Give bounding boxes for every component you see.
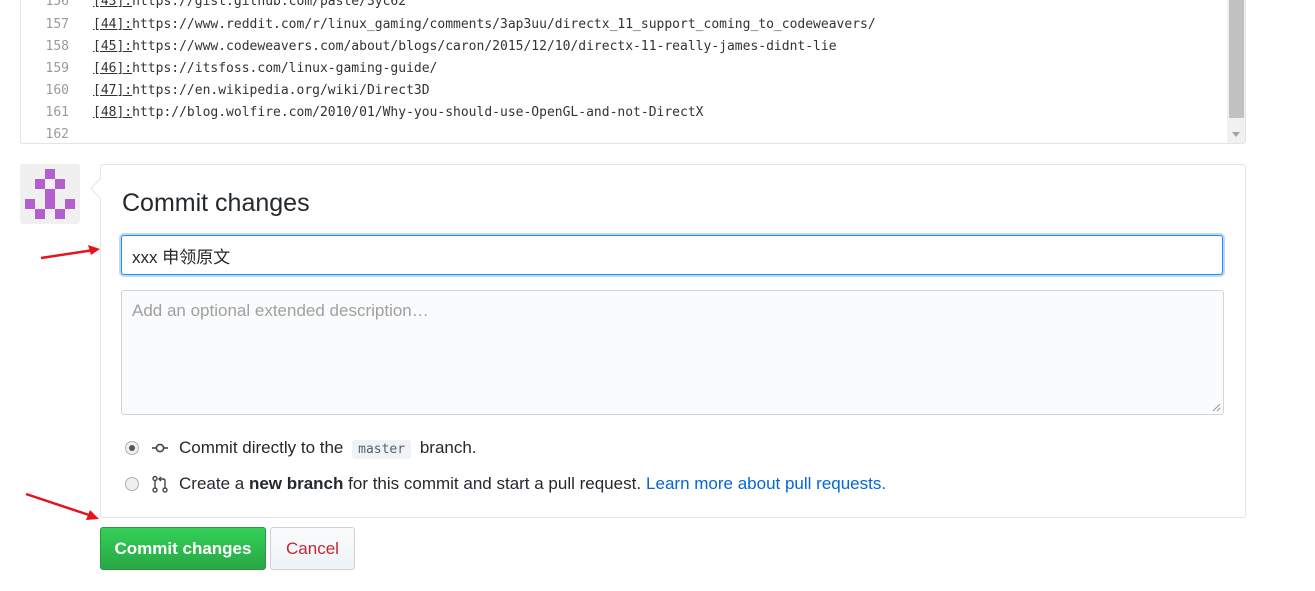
line-content: [48]:http://blog.wolfire.com/2010/01/Why… (93, 102, 704, 124)
code-editor[interactable]: 156 [43]:https://gist.github.com/paste/3… (20, 0, 1246, 144)
reference-marker: [45]: (93, 39, 133, 54)
commit-form-title: Commit changes (122, 189, 310, 217)
reference-marker: [44]: (93, 17, 133, 32)
scrollbar-thumb[interactable] (1229, 0, 1244, 118)
cancel-button[interactable]: Cancel (270, 527, 355, 570)
line-content: [45]:https://www.codeweavers.com/about/b… (93, 36, 837, 58)
resize-handle-icon[interactable] (1211, 402, 1221, 412)
annotation-arrow-icon (25, 492, 99, 520)
git-commit-icon (152, 443, 168, 453)
line-number: 161 (45, 105, 69, 120)
reference-marker: [48]: (93, 105, 133, 120)
reference-url: https://en.wikipedia.org/wiki/Direct3D (132, 83, 430, 98)
reference-url: https://www.reddit.com/r/linux_gaming/co… (132, 17, 876, 32)
learn-more-pull-requests-link[interactable]: Learn more about pull requests. (646, 474, 886, 494)
new-branch-label: Create a new branch for this commit and … (179, 474, 642, 493)
reference-url: https://itsfoss.com/linux-gaming-guide/ (132, 61, 438, 76)
commit-direct-label: Commit directly to the master branch. (179, 437, 477, 459)
reference-marker: [46]: (93, 61, 133, 76)
scroll-down-arrow-icon[interactable] (1232, 132, 1240, 137)
editor-scrollbar[interactable] (1227, 0, 1245, 143)
commit-message-input[interactable] (121, 235, 1223, 275)
reference-marker: [43]: (93, 0, 133, 9)
commit-changes-button[interactable]: Commit changes (100, 527, 266, 570)
branch-name: master (352, 439, 412, 459)
line-content: [43]:https://gist.github.com/paste/3yc62 (93, 0, 406, 13)
commit-form-caret (89, 177, 112, 200)
reference-url: http://blog.wolfire.com/2010/01/Why-you-… (132, 105, 704, 120)
line-number: 157 (45, 17, 69, 32)
reference-url: https://gist.github.com/paste/3yc62 (132, 0, 407, 9)
line-content: [44]:https://www.reddit.com/r/linux_gami… (93, 14, 876, 36)
reference-url: https://www.codeweavers.com/about/blogs/… (132, 39, 837, 54)
line-number: 156 (45, 0, 69, 9)
annotation-arrow-icon (40, 245, 100, 260)
line-number: 158 (45, 39, 69, 54)
reference-marker: [47]: (93, 83, 133, 98)
line-number: 159 (45, 61, 69, 76)
new-branch-option[interactable]: Create a new branch for this commit and … (125, 472, 886, 496)
line-content: [46]:https://itsfoss.com/linux-gaming-gu… (93, 58, 437, 80)
commit-direct-radio[interactable] (125, 441, 139, 455)
git-pull-request-icon (152, 475, 168, 493)
commit-direct-option[interactable]: Commit directly to the master branch. (125, 436, 477, 460)
commit-form: Commit changes Commit directly to the ma… (89, 164, 1246, 518)
line-number: 162 (45, 127, 69, 142)
new-branch-radio[interactable] (125, 477, 139, 491)
avatar (20, 164, 80, 224)
commit-description-input[interactable] (121, 290, 1224, 415)
line-number: 160 (45, 83, 69, 98)
line-content: [47]:https://en.wikipedia.org/wiki/Direc… (93, 80, 430, 102)
